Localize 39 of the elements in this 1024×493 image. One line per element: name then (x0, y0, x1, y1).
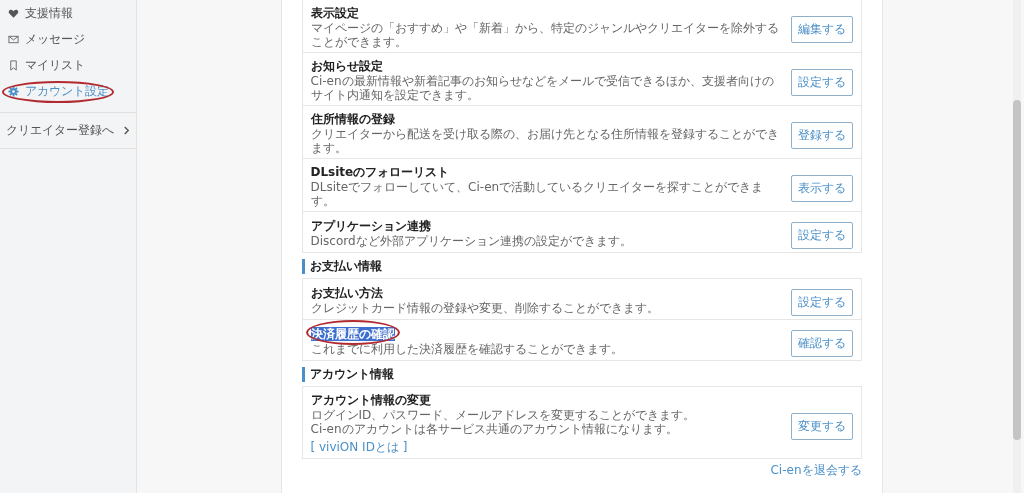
action-button[interactable]: 設定する (790, 289, 853, 316)
envelope-icon (8, 33, 19, 45)
sidebar-item[interactable]: マイリスト (0, 52, 136, 78)
withdraw-link[interactable]: Ci-enを退会する (770, 463, 862, 477)
heart-icon (8, 7, 19, 19)
bookmark-icon (8, 59, 19, 71)
setting-title: アプリケーション連携 (310, 219, 431, 233)
setting-description: クレジットカード情報の登録や変更、削除することができます。 (310, 301, 660, 315)
section-heading: お支払い情報 (301, 259, 862, 274)
setting-description: DLsiteでフォローしていて、Ci-enで活動しているクリエイターを探すことができます。 (310, 180, 765, 208)
action-button[interactable]: 変更する (790, 412, 853, 440)
setting-description: Discordなど外部アプリケーション連携の設定ができます。 (310, 234, 633, 248)
scrollbar[interactable] (1013, 0, 1021, 493)
action-button[interactable]: 設定する (790, 69, 853, 96)
action-button[interactable]: 登録する (790, 122, 853, 149)
gear-icon (8, 85, 19, 97)
scrollbar-thumb[interactable] (1013, 100, 1021, 440)
setting-title: お支払い方法 (310, 286, 383, 300)
setting-description: ログインID、パスワード、メールアドレスを変更することができます。 (310, 408, 697, 422)
setting-title: DLsiteのフォローリスト (310, 165, 450, 179)
setting-title: 表示設定 (310, 6, 359, 20)
creator-register-link[interactable]: クリエイター登録へ (0, 112, 136, 149)
action-button[interactable]: 編集する (790, 16, 853, 43)
setting-description: マイページの「おすすめ」や「新着」から、特定のジャンルやクリエイターを除外することができます。 (310, 21, 780, 49)
setting-description: Ci-enの最新情報や新着記事のお知らせなどをメールで受信できるほか、支援者向けのサイト内通知を設定できます。 (310, 74, 775, 102)
setting-description: クリエイターから配送を受け取る際の、お届け先となる住所情報を登録することができます。 (310, 127, 780, 155)
setting-note: Ci-enのアカウントは各サービス共通のアカウント情報になります。 (310, 422, 679, 436)
setting-description: これまでに利用した決済履歴を確認することができます。 (310, 342, 624, 356)
setting-title: アカウント情報の変更 (310, 393, 431, 407)
section-heading: アカウント情報 (301, 367, 862, 382)
setting-title: お知らせ設定 (310, 59, 383, 73)
action-button[interactable]: 確認する (790, 330, 853, 357)
sidebar-item[interactable]: メッセージ (0, 26, 136, 52)
action-button[interactable]: 設定する (790, 222, 853, 249)
setting-title: 住所情報の登録 (310, 112, 395, 126)
sidebar-item[interactable]: 支援情報 (0, 0, 136, 26)
chevron-right-icon (123, 126, 130, 135)
action-button[interactable]: 表示する (790, 175, 853, 202)
vivion-id-link[interactable]: [ viviON IDとは ] (310, 440, 408, 454)
